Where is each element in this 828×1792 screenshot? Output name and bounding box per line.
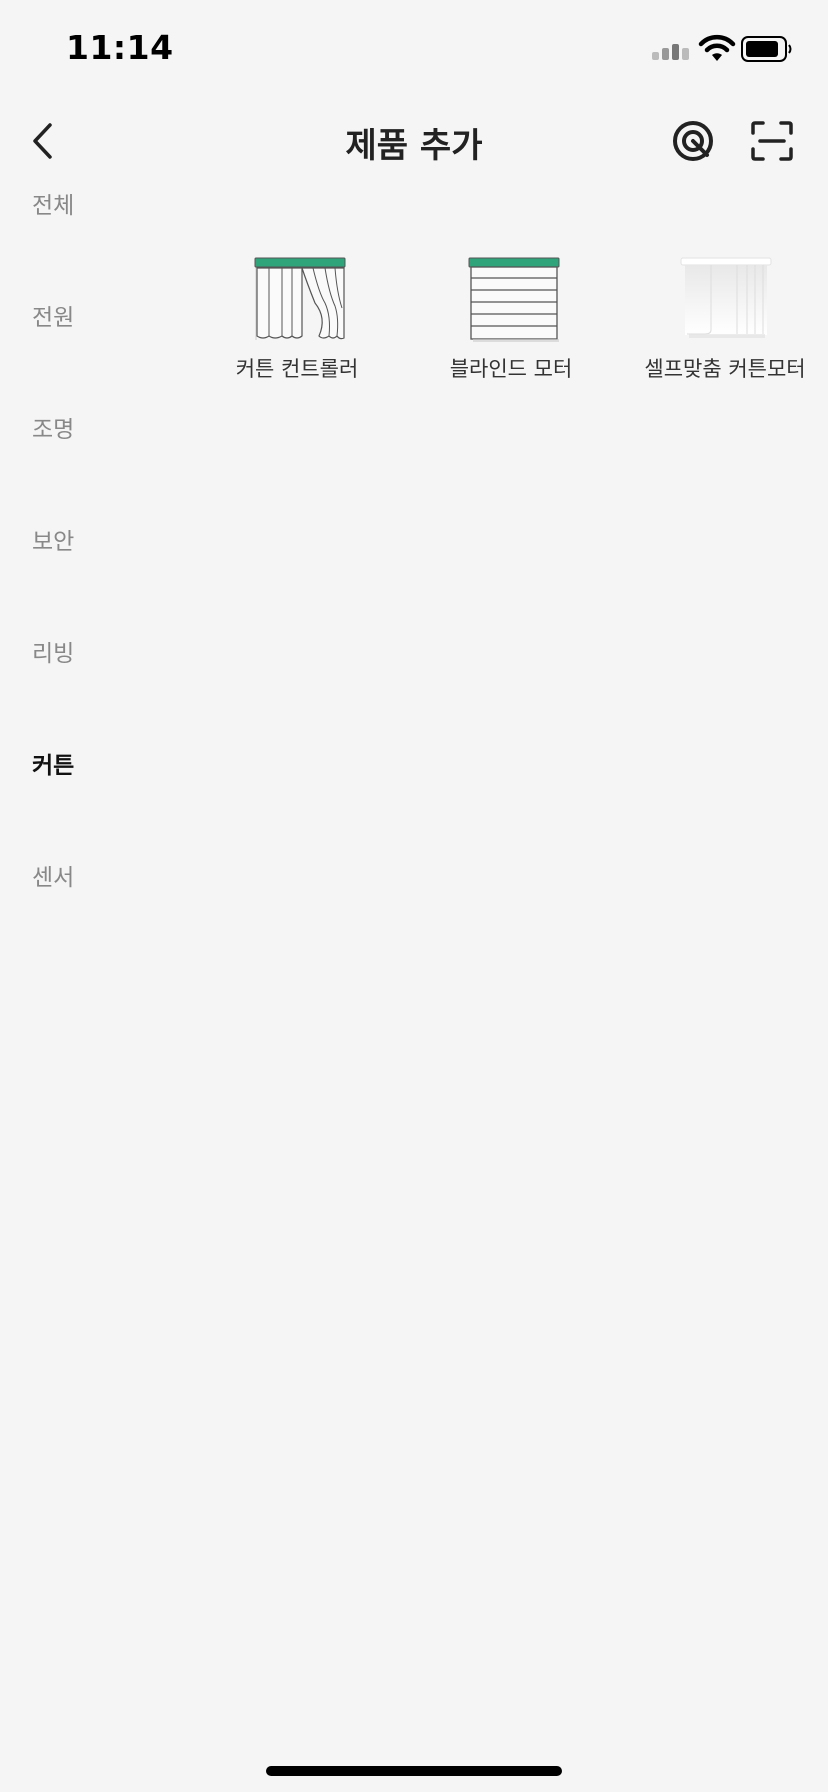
product-grid: 커튼 컨트롤러 블라인드 모터 셀프맞춤 커튼모터: [190, 238, 818, 398]
self-fit-curtain-motor-icon: [680, 257, 772, 338]
blind-motor-icon: [468, 257, 560, 342]
category-security[interactable]: 보안: [0, 491, 170, 603]
status-time: 11:14: [66, 28, 174, 67]
product-label: 커튼 컨트롤러: [235, 357, 359, 381]
category-sensor[interactable]: 센서: [0, 827, 170, 939]
category-sidebar: 전체 전원 조명 보안 리빙 커튼 센서: [0, 195, 170, 979]
battery-icon: [741, 36, 792, 62]
scan-button[interactable]: [746, 116, 798, 166]
product-label: 블라인드 모터: [449, 357, 573, 381]
home-indicator[interactable]: [266, 1766, 562, 1776]
product-label: 셀프맞춤 커튼모터: [644, 357, 806, 381]
category-curtain[interactable]: 커튼: [0, 715, 170, 827]
category-power[interactable]: 전원: [0, 267, 170, 379]
target-icon: [673, 121, 713, 161]
cellular-signal-icon: [652, 44, 689, 60]
category-living[interactable]: 리빙: [0, 603, 170, 715]
product-self-fit-curtain-motor[interactable]: 셀프맞춤 커튼모터: [618, 238, 828, 388]
curtain-controller-icon: [254, 257, 346, 340]
product-blind-motor[interactable]: 블라인드 모터: [404, 238, 618, 388]
wifi-icon: [698, 34, 736, 61]
scan-icon: [751, 121, 793, 161]
product-curtain-controller[interactable]: 커튼 컨트롤러: [190, 238, 404, 388]
status-bar: 11:14: [0, 0, 828, 100]
category-lighting[interactable]: 조명: [0, 379, 170, 491]
category-all[interactable]: 전체: [0, 155, 170, 267]
nearby-device-button[interactable]: [668, 116, 718, 166]
